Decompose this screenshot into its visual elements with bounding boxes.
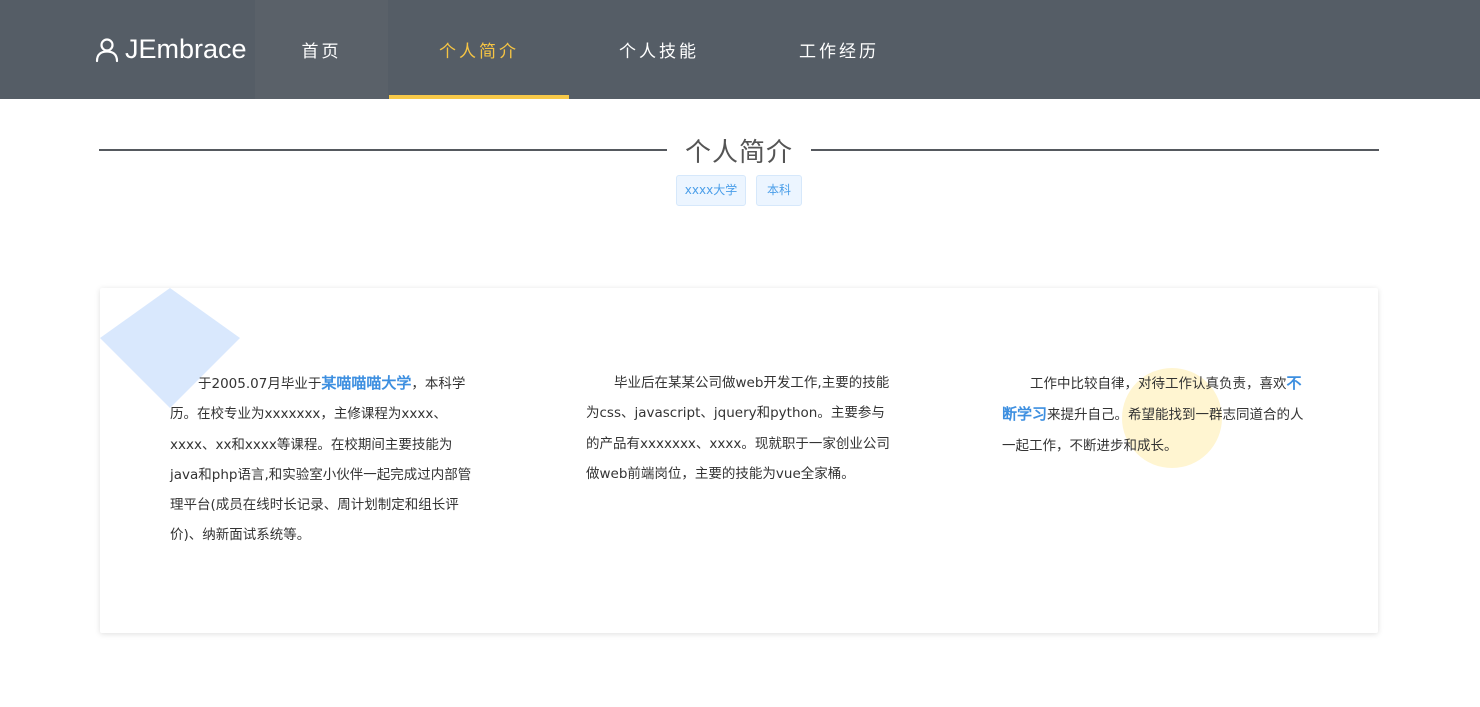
- title-divider-left: [99, 149, 667, 151]
- intro-paragraph-education: 于2005.07月毕业于某喵喵喵大学，本科学历。在校专业为xxxxxxx，主修课…: [170, 368, 476, 551]
- logo[interactable]: JEmbrace: [95, 0, 255, 99]
- tag-degree: 本科: [756, 175, 802, 206]
- paragraph-text: 工作中比较自律，对待工作认真负责，喜欢: [1030, 376, 1287, 392]
- nav-skills[interactable]: 个人技能: [569, 0, 749, 99]
- paragraph-text: ，本科学历。在校专业为xxxxxxx，主修课程为xxxx、xxxx、xx和xxx…: [170, 376, 472, 544]
- user-icon: [95, 37, 119, 62]
- paragraph-text: 来提升自己。希望能找到一群志同道合的人一起工作，不断进步和成长。: [1002, 407, 1304, 454]
- title-divider-right: [811, 149, 1379, 151]
- paragraph-text: 毕业后在某某公司做web开发工作,主要的技能为css、javascript、jq…: [586, 375, 890, 482]
- section-header: 个人简介: [99, 128, 1379, 172]
- intro-card: 于2005.07月毕业于某喵喵喵大学，本科学历。在校专业为xxxxxxx，主修课…: [100, 288, 1378, 633]
- section-title: 个人简介: [684, 138, 793, 168]
- highlight-university: 某喵喵喵大学: [321, 374, 412, 392]
- nav-work-experience[interactable]: 工作经历: [749, 0, 929, 99]
- logo-text: JEmbrace: [125, 34, 247, 64]
- paragraph-text: 于2005.07月毕业于: [198, 376, 322, 392]
- nav-home[interactable]: 首页: [255, 0, 388, 99]
- top-navbar: JEmbrace 首页 个人简介 个人技能 工作经历: [0, 0, 1480, 99]
- intro-paragraph-career: 毕业后在某某公司做web开发工作,主要的技能为css、javascript、jq…: [586, 368, 892, 489]
- intro-paragraph-attitude: 工作中比较自律，对待工作认真负责，喜欢不断学习来提升自己。希望能找到一群志同道合…: [1002, 368, 1308, 461]
- nav-intro[interactable]: 个人简介: [389, 0, 569, 99]
- tag-university: xxxx大学: [676, 175, 746, 206]
